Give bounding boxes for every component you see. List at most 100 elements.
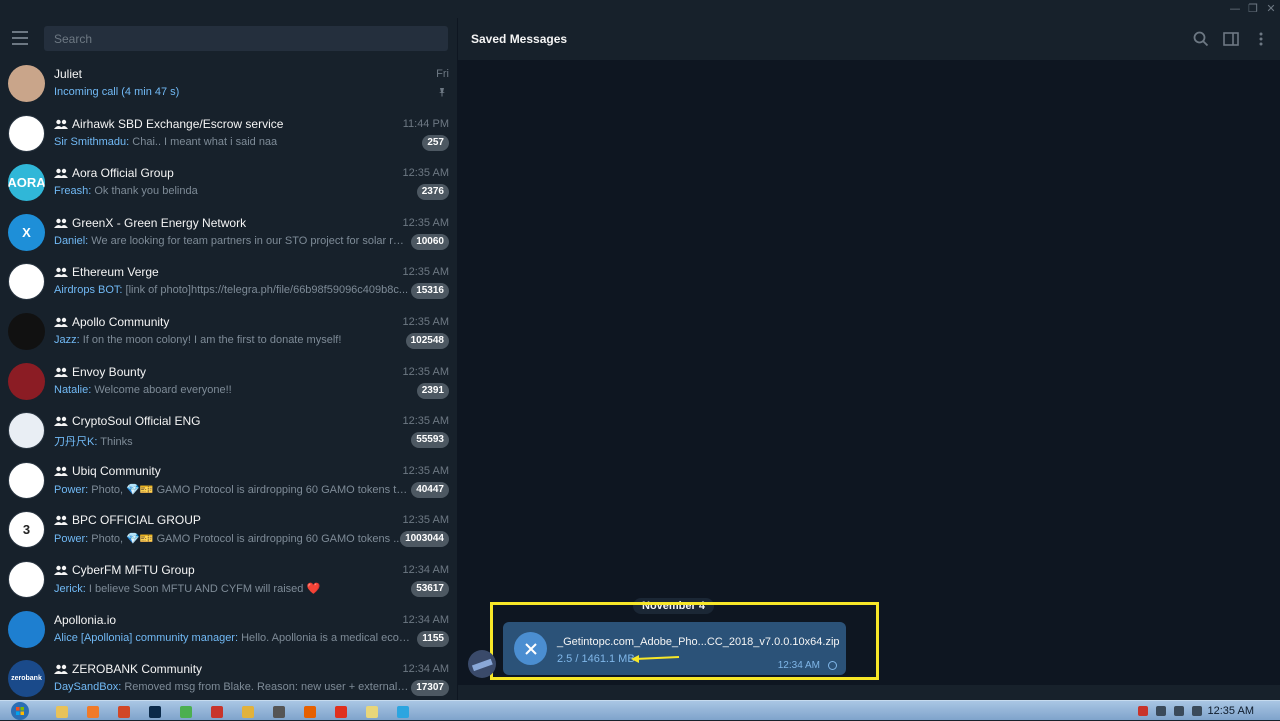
chat-preview: Natalie: Welcome aboard everyone!! xyxy=(54,384,410,396)
chat-list-item[interactable]: Ubiq Community 12:35 AM Power: Photo, 💎🎫 G… xyxy=(0,455,457,505)
taskbar-app-explorer-icon[interactable] xyxy=(48,703,76,720)
chat-list-item[interactable]: Envoy Bounty 12:35 AM Natalie: Welcome abo… xyxy=(0,356,457,406)
preview-text: Photo, 💎🎫 GAMO Protocol is airdropping 6… xyxy=(88,533,403,546)
arrow-annotation-icon xyxy=(631,655,680,663)
preview-sender: DaySandBox: xyxy=(54,681,122,694)
taskbar-app-app-14-icon[interactable] xyxy=(327,703,355,720)
taskbar-app-photoshop-icon[interactable] xyxy=(141,703,169,720)
chat-name: Airhawk SBD Exchange/Escrow service xyxy=(72,116,284,131)
group-icon xyxy=(54,516,68,526)
avatar xyxy=(8,560,45,598)
chat-time: 12:35 AM xyxy=(402,216,449,229)
taskbar-app-chrome-icon[interactable] xyxy=(234,703,262,720)
avatar: zerobank xyxy=(8,660,45,698)
chat-preview: Daniel: We are looking for team partners… xyxy=(54,235,410,247)
file-message-bubble[interactable]: _Getintopc.com_Adobe_Pho...CC_2018_v7.0.… xyxy=(503,622,846,675)
preview-sender: Jazz: xyxy=(54,333,80,346)
taskbar-app-telegram-icon[interactable] xyxy=(389,703,417,720)
chat-list: Juliet Fri Incoming call (4 min 47 s) Airha… xyxy=(0,58,457,700)
avatar: AORA xyxy=(8,164,45,202)
conversation-header: Saved Messages xyxy=(458,18,1280,60)
avatar xyxy=(8,114,45,152)
taskbar-app-office-icon[interactable] xyxy=(110,703,138,720)
chat-list-item[interactable]: Apollo Community 12:35 AM Jazz: If on the … xyxy=(0,306,457,356)
search-icon[interactable] xyxy=(1192,30,1210,48)
search-input[interactable] xyxy=(44,26,448,51)
chat-list-item[interactable]: CyberFM MFTU Group 12:34 AM Jerick: I beli… xyxy=(0,554,457,604)
chat-list-item[interactable]: CryptoSoul Official ENG 12:35 AM 刀丹尺K: Thi… xyxy=(0,405,457,455)
chat-list-item[interactable]: Airhawk SBD Exchange/Escrow service 11:44… xyxy=(0,108,457,158)
network-warning-icon[interactable] xyxy=(1138,706,1148,716)
sidebar-topbar xyxy=(0,18,457,58)
chat-list-item[interactable]: AORA Aora Official Group 12:35 AM Freash: O… xyxy=(0,157,457,207)
chat-title: CyberFM MFTU Group xyxy=(54,563,195,577)
chat-title: Juliet xyxy=(54,67,82,81)
conversation-title: Saved Messages xyxy=(471,32,568,46)
taskbar-app-firefox-icon[interactable] xyxy=(296,703,324,720)
close-icon[interactable]: ✕ xyxy=(1262,2,1280,16)
green-app-icon xyxy=(180,705,192,718)
chrome-icon xyxy=(242,705,254,718)
taskbar-app-red-app-icon[interactable] xyxy=(203,703,231,720)
windows-start-icon[interactable] xyxy=(6,701,34,721)
chat-preview: Incoming call (4 min 47 s) xyxy=(54,86,410,98)
chat-preview: Power: Photo, 💎🎫 GAMO Protocol is airdro… xyxy=(54,483,410,496)
chat-time: 12:35 AM xyxy=(402,315,449,328)
system-clock[interactable]: 12:35 AM xyxy=(1208,705,1254,717)
chrome-orange-icon xyxy=(87,705,99,718)
preview-text: I believe Soon MFTU AND CYFM will raised… xyxy=(85,582,321,595)
tray-icon[interactable] xyxy=(1156,706,1166,716)
app-gray-icon xyxy=(273,705,285,718)
chat-list-item[interactable]: Ethereum Verge 12:35 AM Airdrops BOT: [lin… xyxy=(0,256,457,306)
preview-text: Removed msg from Blake. Reason: new user… xyxy=(121,681,410,694)
signal-icon[interactable] xyxy=(1174,706,1184,716)
message-time: 12:34 AM xyxy=(778,660,837,671)
preview-text: We are looking for team partners in our … xyxy=(88,234,410,247)
preview-sender: 刀丹尺K: xyxy=(54,436,98,449)
unread-badge: 40447 xyxy=(411,481,449,498)
chat-title: Airhawk SBD Exchange/Escrow service xyxy=(54,117,283,131)
taskbar-app-folder-icon[interactable] xyxy=(358,703,386,720)
chat-title: Ethereum Verge xyxy=(54,265,159,279)
avatar xyxy=(8,610,45,648)
folder-icon xyxy=(366,705,378,718)
chat-list-item[interactable]: X GreenX - Green Energy Network 12:35 AM Da… xyxy=(0,207,457,257)
taskbar-app-green-app-icon[interactable] xyxy=(172,703,200,720)
group-icon xyxy=(54,317,68,327)
unread-badge: 102548 xyxy=(405,332,449,349)
sidebar-toggle-icon[interactable] xyxy=(1222,30,1240,48)
more-options-icon[interactable] xyxy=(1252,30,1270,48)
minimize-icon[interactable]: — xyxy=(1226,2,1244,16)
maximize-icon[interactable]: ❐ xyxy=(1244,2,1262,16)
unread-badge: 53617 xyxy=(411,580,449,597)
chat-name: CyberFM MFTU Group xyxy=(72,562,195,577)
preview-sender: Sir Smithmadu: xyxy=(54,135,130,148)
group-icon xyxy=(54,367,68,377)
taskbar-app-chrome-orange-icon[interactable] xyxy=(79,703,107,720)
avatar[interactable] xyxy=(468,650,496,678)
preview-text: Ok thank you belinda xyxy=(91,185,198,198)
preview-text: Incoming call (4 min 47 s) xyxy=(54,86,180,98)
hamburger-menu-icon[interactable] xyxy=(12,31,30,45)
chat-list-item[interactable]: Juliet Fri Incoming call (4 min 47 s) xyxy=(0,58,457,108)
taskbar-app-app-gray-icon[interactable] xyxy=(265,703,293,720)
chat-list-item[interactable]: zerobank ZEROBANK Community 12:34 AM DaySan… xyxy=(0,653,457,700)
volume-icon[interactable] xyxy=(1192,706,1202,716)
telegram-icon xyxy=(397,705,409,718)
compose-bar[interactable] xyxy=(458,685,1280,700)
chat-preview: Airdrops BOT: [link of photo]https://tel… xyxy=(54,284,410,296)
chat-list-item[interactable]: 3 BPC OFFICIAL GROUP 12:35 AM Power: Photo,… xyxy=(0,504,457,554)
chat-name: Ethereum Verge xyxy=(72,265,159,280)
avatar: 3 xyxy=(8,511,45,549)
cancel-download-button[interactable] xyxy=(514,632,547,665)
chat-preview: Jazz: If on the moon colony! I am the fi… xyxy=(54,334,410,346)
chat-time: 12:34 AM xyxy=(402,613,449,626)
photoshop-icon xyxy=(149,705,161,718)
chat-preview: Jerick: I believe Soon MFTU AND CYFM wil… xyxy=(54,582,410,595)
preview-sender: Jerick: xyxy=(54,582,86,595)
unread-badge: 17307 xyxy=(411,680,449,697)
chat-list-item[interactable]: Apollonia.io 12:34 AM Alice [Apollonia] co… xyxy=(0,604,457,654)
chat-time: Fri xyxy=(436,68,449,80)
chat-preview: DaySandBox: Removed msg from Blake. Reas… xyxy=(54,681,410,693)
preview-sender: Natalie: xyxy=(54,383,92,396)
